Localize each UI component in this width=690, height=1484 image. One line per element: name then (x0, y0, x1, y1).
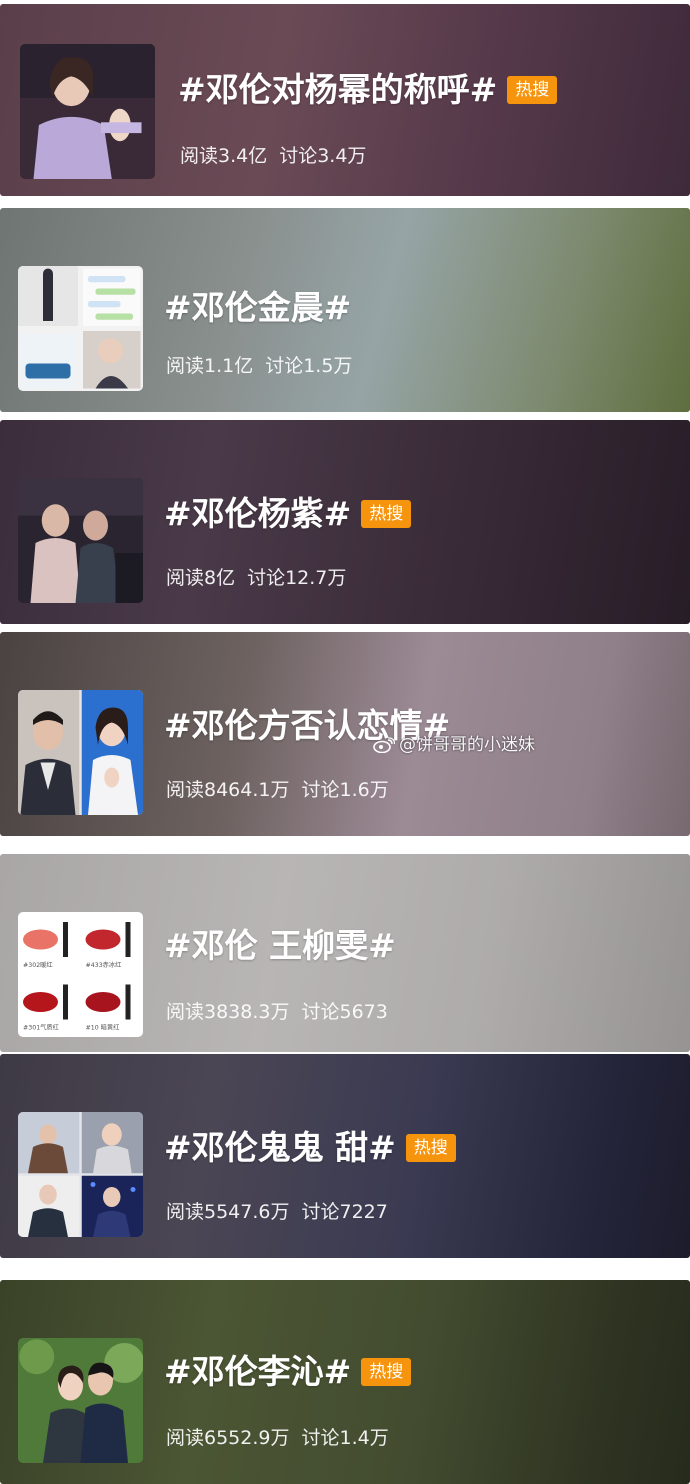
topic-title-text: #邓伦对杨幂的称呼# (178, 69, 498, 109)
topic-stats: 阅读8464.1万 讨论1.6万 (166, 778, 389, 802)
read-count: 阅读3.4亿 (180, 145, 268, 167)
topic-thumbnail[interactable] (18, 1112, 143, 1237)
discussion-count: 讨论5673 (301, 1001, 388, 1023)
topic-card[interactable]: #302暖红 #433赤冰红 #301气质红 #10 暗黄红 #邓伦 王柳雯# … (0, 854, 690, 1052)
hot-search-badge: 热搜 (405, 1133, 456, 1162)
two-portraits-image (18, 690, 143, 815)
topic-card[interactable]: #邓伦李沁# 热搜 阅读6552.9万 讨论1.4万 (0, 1280, 690, 1484)
topic-title-text: #邓伦杨紫# (164, 493, 352, 533)
topic-thumbnail[interactable] (18, 690, 143, 815)
topic-title-text: #邓伦 王柳雯# (164, 925, 396, 965)
topic-thumbnail[interactable]: #302暖红 #433赤冰红 #301气质红 #10 暗黄红 (18, 912, 143, 1037)
lipstick-label: #302暖红 (23, 960, 53, 969)
topic-stats: 阅读5547.6万 讨论7227 (166, 1200, 388, 1224)
weibo-watermark: @饼哥哥的小迷妹 (373, 730, 535, 755)
topic-thumbnail[interactable] (20, 44, 155, 179)
topic-stats: 阅读3838.3万 讨论5673 (166, 1000, 388, 1024)
collage-photo-image (18, 1112, 143, 1237)
topic-title: #邓伦对杨幂的称呼# 热搜 (178, 68, 558, 110)
weibo-logo-icon (373, 737, 396, 754)
lipstick-swatches-image: #302暖红 #433赤冰红 #301气质红 #10 暗黄红 (18, 912, 143, 1037)
lipstick-label: #10 暗黄红 (86, 1023, 120, 1032)
read-count: 阅读8464.1万 (166, 779, 290, 801)
topic-title: #邓伦金晨# (164, 286, 351, 328)
discussion-count: 讨论1.5万 (265, 355, 353, 377)
read-count: 阅读8亿 (166, 567, 236, 589)
topic-card[interactable]: #邓伦杨紫# 热搜 阅读8亿 讨论12.7万 (0, 420, 690, 624)
topic-thumbnail[interactable] (18, 266, 143, 391)
hot-search-badge: 热搜 (361, 1357, 412, 1386)
discussion-count: 讨论7227 (301, 1201, 388, 1223)
collage-photo-image (18, 266, 143, 391)
woman-photo-image (20, 44, 155, 179)
lipstick-label: #433赤冰红 (86, 960, 122, 969)
topic-title-text: #邓伦鬼鬼 甜# (164, 1127, 396, 1167)
couple-photo-image (18, 478, 143, 603)
topic-stats: 阅读3.4亿 讨论3.4万 (180, 144, 366, 168)
topic-stats: 阅读1.1亿 讨论1.5万 (166, 354, 352, 378)
topic-title: #邓伦杨紫# 热搜 (164, 492, 412, 534)
topic-title-text: #邓伦李沁# (164, 1351, 352, 1391)
topic-title: #邓伦鬼鬼 甜# 热搜 (164, 1126, 456, 1168)
couple-embrace-image (18, 1338, 143, 1463)
hot-search-badge: 热搜 (507, 75, 558, 104)
lipstick-label: #301气质红 (23, 1023, 59, 1032)
topic-card[interactable]: #邓伦金晨# 阅读1.1亿 讨论1.5万 (0, 208, 690, 412)
topic-card[interactable]: #邓伦鬼鬼 甜# 热搜 阅读5547.6万 讨论7227 (0, 1054, 690, 1258)
topic-thumbnail[interactable] (18, 1338, 143, 1463)
read-count: 阅读1.1亿 (166, 355, 254, 377)
read-count: 阅读5547.6万 (166, 1201, 290, 1223)
topic-thumbnail[interactable] (18, 478, 143, 603)
topic-title-text: #邓伦金晨# (164, 287, 352, 327)
discussion-count: 讨论1.6万 (301, 779, 389, 801)
read-count: 阅读3838.3万 (166, 1001, 290, 1023)
topic-title: #邓伦 王柳雯# (164, 924, 396, 966)
discussion-count: 讨论12.7万 (247, 567, 347, 589)
discussion-count: 讨论3.4万 (279, 145, 367, 167)
hot-search-badge: 热搜 (361, 499, 412, 528)
read-count: 阅读6552.9万 (166, 1427, 290, 1449)
topic-stats: 阅读6552.9万 讨论1.4万 (166, 1426, 389, 1450)
topic-card[interactable]: #邓伦方否认恋情# 阅读8464.1万 讨论1.6万 (0, 632, 690, 836)
discussion-count: 讨论1.4万 (301, 1427, 389, 1449)
topic-title: #邓伦李沁# 热搜 (164, 1350, 412, 1392)
topic-stats: 阅读8亿 讨论12.7万 (166, 566, 346, 590)
topic-card[interactable]: #邓伦对杨幂的称呼# 热搜 阅读3.4亿 讨论3.4万 (0, 4, 690, 196)
watermark-text: @饼哥哥的小迷妹 (399, 735, 535, 755)
